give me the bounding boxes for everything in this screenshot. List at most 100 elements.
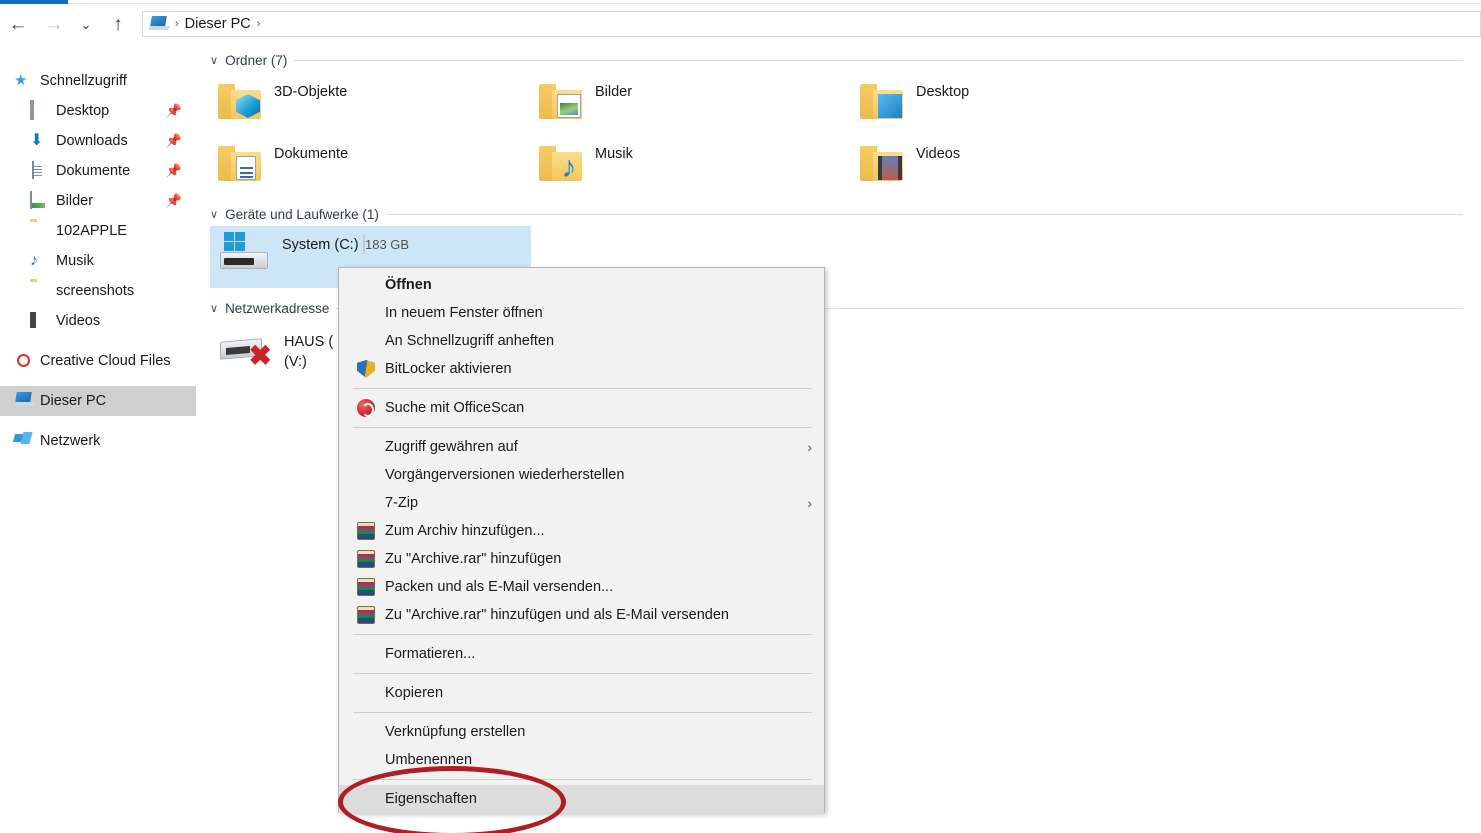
menu-item-kopieren[interactable]: Kopieren bbox=[339, 679, 824, 707]
drive-label: System (C:) bbox=[282, 237, 359, 253]
menu-item-packen-und-als-email-versenden[interactable]: Packen und als E-Mail versenden... bbox=[339, 573, 824, 601]
sidebar-item-netzwerk[interactable]: Netzwerk bbox=[0, 426, 196, 456]
address-bar[interactable]: › Dieser PC › bbox=[142, 11, 1481, 37]
menu-item-an-schnellzugriff-anheften[interactable]: An Schnellzugriff anheften bbox=[339, 327, 824, 355]
menu-item-vorgaengerversionen-wiederherstellen[interactable]: Vorgängerversionen wiederherstellen bbox=[339, 461, 824, 489]
network-drive-line1: HAUS ( bbox=[284, 334, 334, 350]
chevron-down-icon[interactable]: ∨ bbox=[210, 208, 218, 221]
sidebar-item-schnellzugriff[interactable]: ★ Schnellzugriff bbox=[0, 66, 196, 96]
sidebar-item-creative-cloud-files[interactable]: Creative Cloud Files bbox=[0, 346, 196, 376]
sidebar-item-bilder[interactable]: Bilder 📌 bbox=[0, 186, 196, 216]
folder-icon bbox=[860, 82, 904, 119]
this-pc-icon bbox=[148, 16, 170, 32]
folder-icon bbox=[30, 282, 48, 300]
pin-icon[interactable]: 📌 bbox=[166, 193, 182, 209]
sidebar-item-dokumente[interactable]: Dokumente 📌 bbox=[0, 156, 196, 186]
menu-item-label: Öffnen bbox=[385, 277, 432, 293]
folder-label: Bilder bbox=[595, 84, 633, 100]
up-arrow-icon[interactable]: ↑ bbox=[100, 6, 136, 42]
group-divider bbox=[385, 213, 1463, 215]
pin-icon[interactable]: 📌 bbox=[166, 103, 182, 119]
chevron-down-icon[interactable]: ∨ bbox=[210, 54, 218, 67]
sidebar-item-label: Dieser PC bbox=[40, 393, 107, 409]
sidebar-item-label: Creative Cloud Files bbox=[40, 353, 171, 369]
folder-tile-musik[interactable]: ♪ Musik bbox=[539, 134, 860, 196]
folder-icon bbox=[30, 222, 48, 240]
winrar-icon bbox=[357, 522, 375, 540]
group-header-geraete[interactable]: ∨ Geräte und Laufwerke (1) bbox=[196, 202, 1481, 226]
menu-item-umbenennen[interactable]: Umbenennen bbox=[339, 746, 824, 774]
breadcrumb-separator-end[interactable]: › bbox=[255, 18, 263, 30]
winrar-icon bbox=[357, 606, 375, 624]
sidebar-item-videos[interactable]: Videos bbox=[0, 306, 196, 336]
menu-item-label: Zu "Archive.rar" hinzufügen bbox=[385, 551, 562, 567]
menu-separator bbox=[353, 712, 812, 713]
group-header-ordner[interactable]: ∨ Ordner (7) bbox=[196, 48, 1481, 72]
sidebar-item-label: Dokumente bbox=[56, 163, 131, 179]
menu-separator bbox=[353, 388, 812, 389]
folder-label: Musik bbox=[595, 146, 633, 162]
pin-icon[interactable]: 📌 bbox=[166, 133, 182, 149]
menu-item-label: An Schnellzugriff anheften bbox=[385, 333, 555, 349]
error-x-icon: ✖ bbox=[248, 340, 272, 371]
folder-tile-videos[interactable]: Videos bbox=[860, 134, 1181, 196]
download-icon: ⬇ bbox=[30, 132, 44, 149]
chevron-down-icon[interactable]: ⌄ bbox=[72, 6, 100, 42]
winrar-icon bbox=[357, 550, 375, 568]
chevron-down-icon[interactable]: ∨ bbox=[210, 302, 218, 315]
star-icon: ★ bbox=[14, 72, 28, 89]
menu-item-zu-archive-rar-hinzufuegen[interactable]: Zu "Archive.rar" hinzufügen bbox=[339, 545, 824, 573]
menu-item-zum-archiv-hinzufuegen[interactable]: Zum Archiv hinzufügen... bbox=[339, 517, 824, 545]
menu-item-verknuepfung-erstellen[interactable]: Verknüpfung erstellen bbox=[339, 718, 824, 746]
folder-label: Desktop bbox=[916, 84, 970, 100]
pin-icon[interactable]: 📌 bbox=[166, 163, 182, 179]
menu-item-7-zip[interactable]: 7-Zip › bbox=[339, 489, 824, 517]
menu-item-oeffnen[interactable]: Öffnen bbox=[339, 271, 824, 299]
folder-tile-dokumente[interactable]: Dokumente bbox=[218, 134, 539, 196]
breadcrumb-this-pc[interactable]: Dieser PC bbox=[185, 16, 251, 32]
menu-item-eigenschaften[interactable]: Eigenschaften bbox=[339, 785, 824, 813]
forward-arrow-icon[interactable]: → bbox=[36, 6, 72, 42]
folder-icon bbox=[539, 82, 583, 119]
sidebar-item-label: Downloads bbox=[56, 133, 128, 149]
videos-icon bbox=[30, 312, 48, 330]
menu-item-suche-mit-officescan[interactable]: Suche mit OfficeScan bbox=[339, 394, 824, 422]
menu-item-in-neuem-fenster-oeffnen[interactable]: In neuem Fenster öffnen bbox=[339, 299, 824, 327]
menu-separator bbox=[353, 427, 812, 428]
sidebar-item-downloads[interactable]: ⬇ Downloads 📌 bbox=[0, 126, 196, 156]
sidebar-item-desktop[interactable]: Desktop 📌 bbox=[0, 96, 196, 126]
creative-cloud-icon bbox=[14, 352, 32, 370]
sidebar-item-musik[interactable]: ♪ Musik bbox=[0, 246, 196, 276]
menu-item-label: 7-Zip bbox=[385, 495, 419, 511]
navigation-sidebar: ★ Schnellzugriff Desktop 📌 ⬇ Downloads 📌… bbox=[0, 48, 196, 833]
folder-tile-bilder[interactable]: Bilder bbox=[539, 72, 860, 134]
sidebar-item-screenshots[interactable]: screenshots bbox=[0, 276, 196, 306]
sidebar-item-label: 102APPLE bbox=[56, 223, 127, 239]
sidebar-item-102apple[interactable]: 102APPLE bbox=[0, 216, 196, 246]
folder-tile-desktop[interactable]: Desktop bbox=[860, 72, 1181, 134]
group-title: Netzwerkadresse bbox=[225, 300, 330, 316]
menu-item-label: Suche mit OfficeScan bbox=[385, 400, 525, 416]
folder-tile-3d-objekte[interactable]: 3D-Objekte bbox=[218, 72, 539, 134]
sidebar-item-dieser-pc[interactable]: Dieser PC bbox=[0, 386, 196, 416]
winrar-icon bbox=[357, 578, 375, 596]
menu-item-formatieren[interactable]: Formatieren... bbox=[339, 640, 824, 668]
menu-item-label: Umbenennen bbox=[385, 752, 473, 768]
folder-icon bbox=[218, 144, 262, 181]
group-title: Geräte und Laufwerke (1) bbox=[225, 206, 379, 222]
sidebar-item-label: Videos bbox=[56, 313, 101, 329]
sidebar-item-label: Musik bbox=[56, 253, 94, 269]
chevron-right-icon: › bbox=[807, 439, 812, 455]
disconnected-network-drive-icon: ✖ bbox=[218, 328, 274, 370]
menu-item-bitlocker-aktivieren[interactable]: BitLocker aktivieren bbox=[339, 355, 824, 383]
back-arrow-icon[interactable]: ← bbox=[0, 6, 36, 42]
desktop-icon bbox=[30, 100, 48, 120]
network-drive-label: HAUS ( (V:) bbox=[284, 328, 333, 382]
menu-item-label: Vorgängerversionen wiederherstellen bbox=[385, 467, 625, 483]
folder-label: Dokumente bbox=[274, 146, 349, 162]
menu-separator bbox=[353, 779, 812, 780]
menu-item-zugriff-gewaehren-auf[interactable]: Zugriff gewähren auf › bbox=[339, 433, 824, 461]
menu-item-zu-archive-rar-hinzufuegen-und-als-email-versenden[interactable]: Zu "Archive.rar" hinzufügen und als E-Ma… bbox=[339, 601, 824, 629]
